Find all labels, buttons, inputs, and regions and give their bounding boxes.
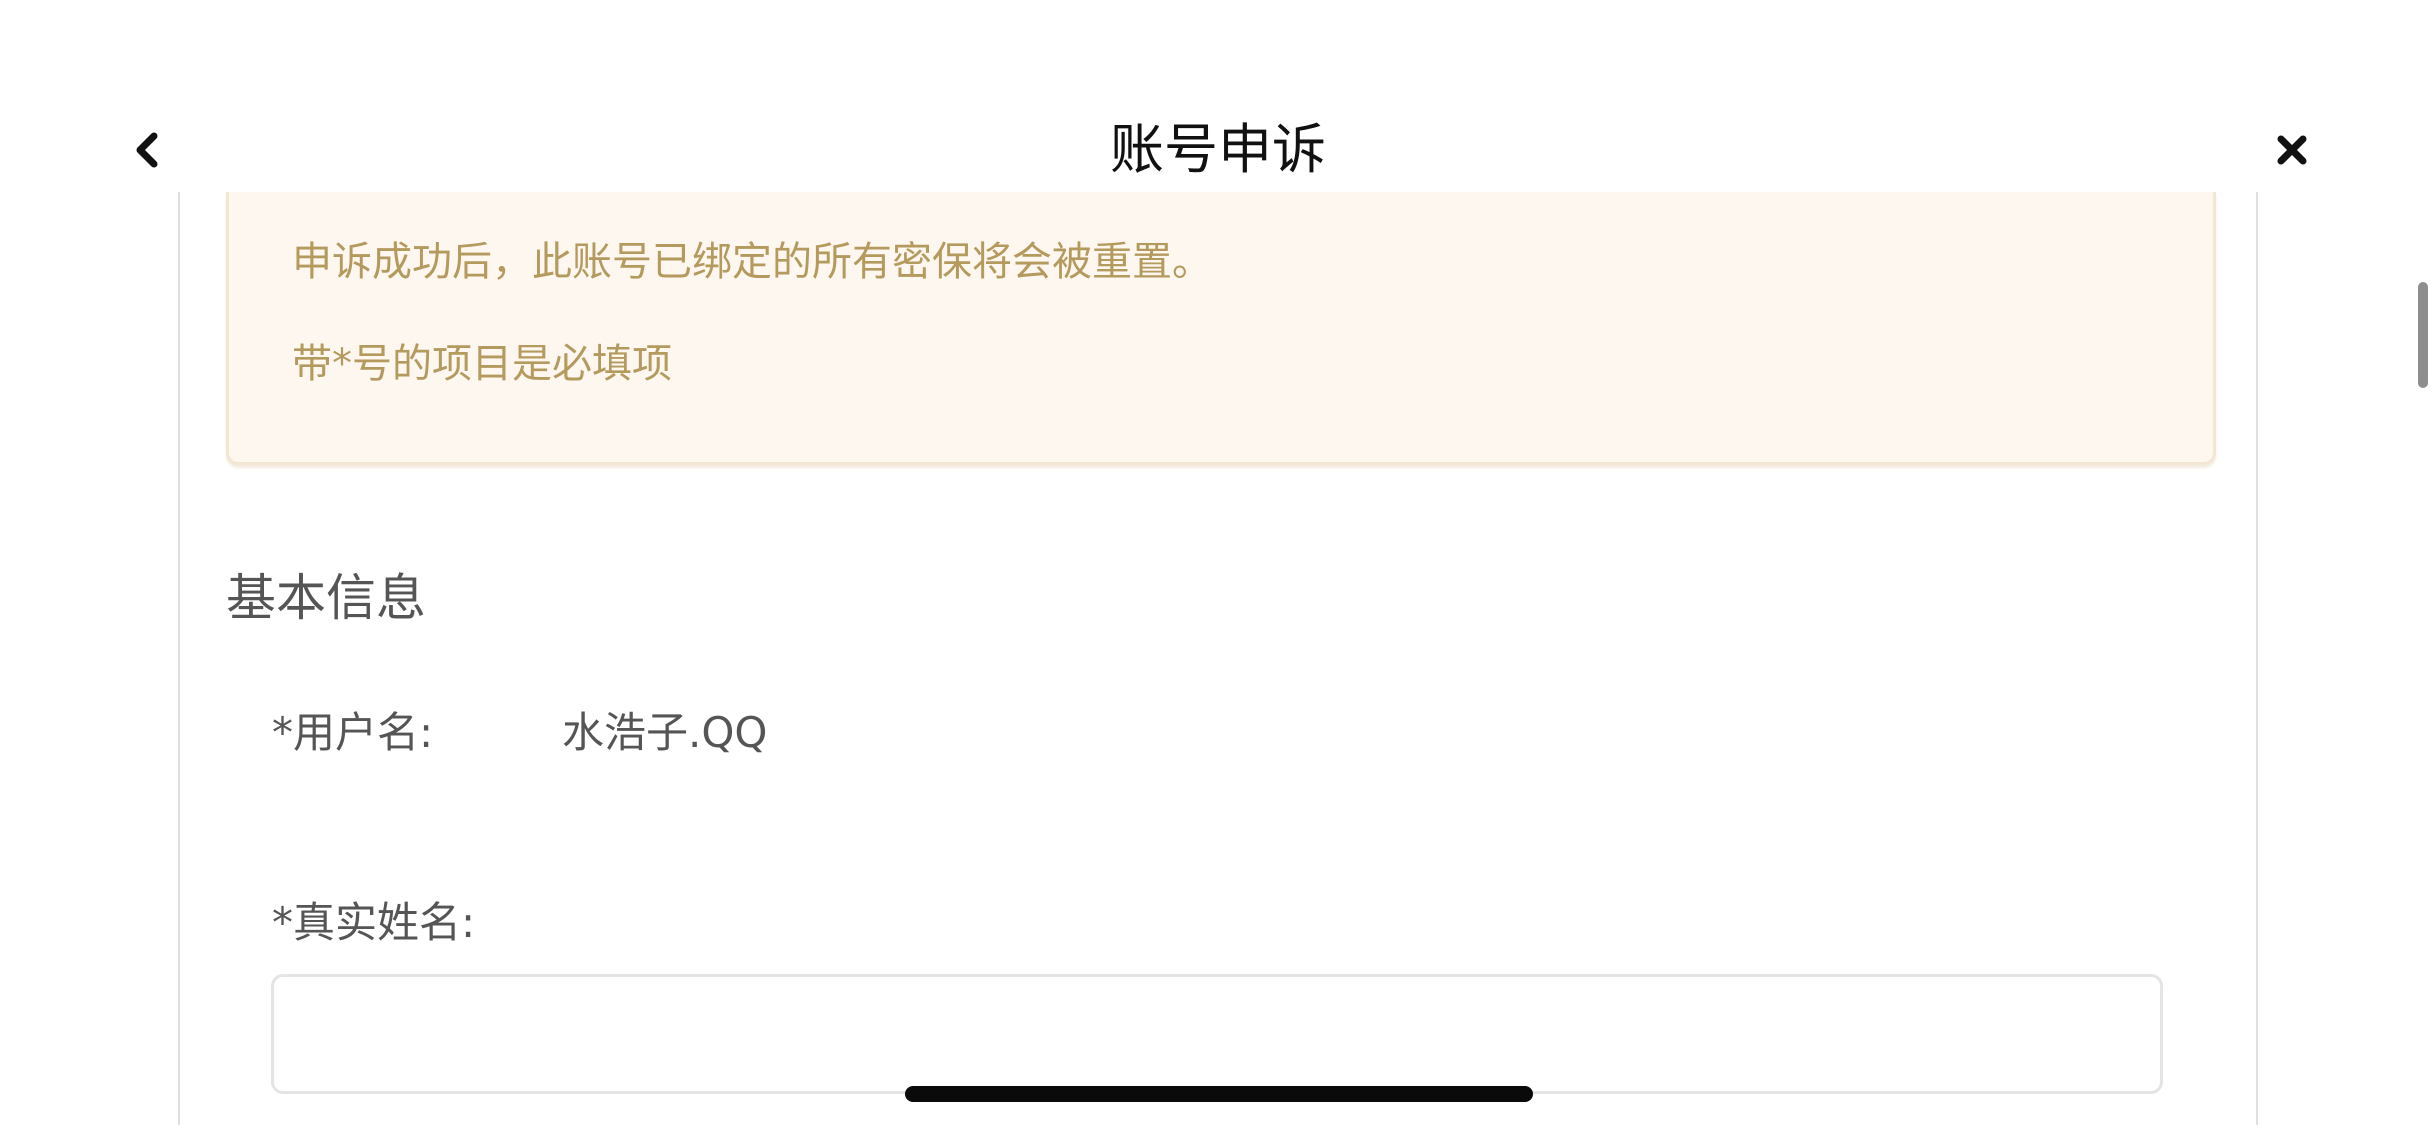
notice-reset-text: 申诉成功后，此账号已绑定的所有密保将会被重置。 (292, 239, 1212, 285)
navigation-bar: 账号申诉 (0, 0, 2436, 192)
notice-required-text: 带*号的项目是必填项 (292, 341, 672, 387)
close-icon (2277, 135, 2307, 165)
username-value: 水浩子.QQ (562, 708, 768, 757)
scrollbar[interactable] (2418, 282, 2428, 388)
realname-input[interactable] (271, 974, 2163, 1094)
close-button[interactable] (2264, 122, 2320, 178)
notice-panel (226, 192, 2216, 465)
page-title: 账号申诉 (1110, 118, 1326, 181)
realname-label: *真实姓名: (272, 898, 476, 947)
home-indicator[interactable] (905, 1086, 1533, 1102)
section-title-basic-info: 基本信息 (226, 569, 426, 627)
username-label: *用户名: (272, 708, 434, 757)
